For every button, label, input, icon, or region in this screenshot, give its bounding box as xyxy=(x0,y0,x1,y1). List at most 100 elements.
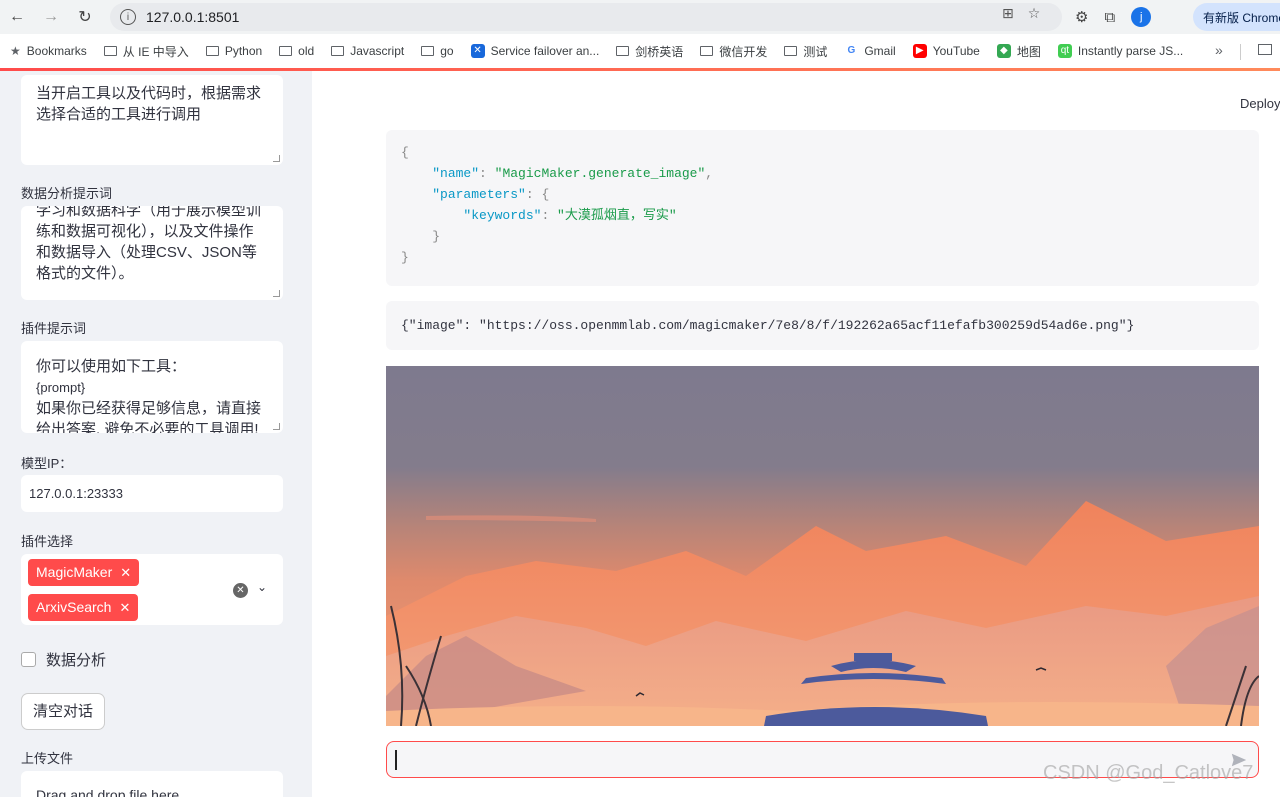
plugin-prompt-line: {prompt} xyxy=(36,380,86,395)
reload-icon[interactable]: ↻ xyxy=(68,0,102,34)
plugin-select-label: 插件选择 xyxy=(21,534,74,549)
plugin-prompt-line: 你可以使用如下工具： xyxy=(36,358,187,375)
chevron-down-icon[interactable]: ⌄ xyxy=(257,580,267,594)
folder-icon xyxy=(700,46,714,56)
folder-icon xyxy=(784,46,798,56)
puzzle-icon[interactable]: ⧉ xyxy=(1104,9,1115,26)
folder-icon[interactable] xyxy=(1258,44,1272,55)
bookmark-item[interactable]: 剑桥英语 xyxy=(616,43,683,60)
folder-icon xyxy=(279,46,293,56)
avatar[interactable]: j xyxy=(1131,7,1152,27)
data-prompt-textarea[interactable]: 学习和数据科学（用于展示模型训练和数据可视化），以及文件操作和数据导入（处理CS… xyxy=(21,206,283,300)
watermark: CSDN @God_Catlove7 xyxy=(1043,762,1254,784)
forward-icon[interactable]: → xyxy=(34,0,68,34)
plugin-tag-arxivsearch: ArxivSearch ✕ xyxy=(28,594,139,621)
bookmark-label: 微信开发 xyxy=(719,44,768,59)
update-chrome-button[interactable]: 有新版 Chrome xyxy=(1193,3,1280,31)
bookmark-label: 测试 xyxy=(803,44,828,59)
bookmark-label: Instantly parse JS... xyxy=(1077,44,1184,58)
folder-icon xyxy=(616,46,630,56)
youtube-icon: ▶ xyxy=(912,44,927,58)
code-line: } xyxy=(432,229,441,244)
bookmark-item[interactable]: 从 IE 中导入 xyxy=(103,43,189,60)
resize-handle-icon[interactable] xyxy=(273,155,280,162)
bookmark-label: Gmail xyxy=(864,44,896,58)
upload-label: 上传文件 xyxy=(21,751,74,766)
generated-image xyxy=(386,366,1259,726)
bookmark-item[interactable]: 微信开发 xyxy=(700,43,767,60)
bookmark-label: 剑桥英语 xyxy=(635,44,684,59)
tool-call-codeblock: { "name": "MagicMaker.generate_image", "… xyxy=(386,130,1259,286)
bookmark-label: Bookmarks xyxy=(26,44,87,58)
site-info-icon[interactable]: i xyxy=(120,9,136,25)
bookmark-item[interactable]: G Gmail xyxy=(844,44,895,58)
chevron-right-icon[interactable]: » xyxy=(1215,42,1223,58)
code-line: "parameters": { xyxy=(432,187,550,202)
plugin-prompt-textarea[interactable]: 你可以使用如下工具： {prompt} 如果你已经获得足够信息，请直接 给出答案… xyxy=(21,341,283,433)
tool-result-codeblock: {"image": "https://oss.openmmlab.com/mag… xyxy=(386,301,1259,350)
plugin-tag-label: ArxivSearch xyxy=(36,599,112,615)
bookmark-item[interactable]: ★ Bookmarks xyxy=(10,44,87,58)
folder-icon xyxy=(205,46,219,56)
qt-icon: qt xyxy=(1057,44,1072,58)
code-line: "keywords": "大漠孤烟直，写实" xyxy=(463,208,677,223)
bookmark-label: Javascript xyxy=(350,44,405,58)
plugin-multiselect[interactable]: MagicMaker ✕ ArxivSearch ✕ ✕ ⌄ xyxy=(21,554,283,625)
code-line: } xyxy=(401,250,409,265)
data-prompt-text: 学习和数据科学（用于展示模型训练和数据可视化），以及文件操作和数据导入（处理CS… xyxy=(36,206,262,282)
data-analysis-label: 数据分析 xyxy=(46,652,107,669)
bookmark-label: 从 IE 中导入 xyxy=(122,44,189,59)
data-analysis-checkbox[interactable] xyxy=(21,652,36,667)
divider xyxy=(1240,44,1241,60)
system-prompt-text: 当开启工具以及代码时，根据需求选择合适的工具进行调用 xyxy=(36,85,262,123)
bookmark-item[interactable]: go xyxy=(421,44,454,58)
resize-handle-icon[interactable] xyxy=(273,290,280,297)
plugin-prompt-line: 给出答案. 避免不必要的工具调用! xyxy=(36,421,259,433)
bookmark-item[interactable]: ✕ Service failover an... xyxy=(470,44,600,58)
folder-icon xyxy=(421,46,435,56)
file-dropzone[interactable]: Drag and drop file here xyxy=(21,771,283,797)
dropzone-text: Drag and drop file here xyxy=(36,787,180,797)
maps-icon: ◆ xyxy=(996,44,1011,58)
plugin-prompt-line: 如果你已经获得足够信息，请直接 xyxy=(36,400,262,417)
deploy-button[interactable]: Deploy xyxy=(1240,96,1280,111)
clear-chat-button[interactable]: 清空对话 xyxy=(21,693,106,730)
remove-tag-icon[interactable]: ✕ xyxy=(120,565,131,580)
code-line: "name": "MagicMaker.generate_image", xyxy=(432,166,714,181)
bookmark-item[interactable]: qt Instantly parse JS... xyxy=(1057,44,1184,58)
desert-pagoda-illustration xyxy=(386,366,1259,726)
bookmark-label: 地图 xyxy=(1016,44,1041,59)
bookmark-item[interactable]: Python xyxy=(205,44,263,58)
back-icon[interactable]: ← xyxy=(0,0,34,34)
confluence-icon: ✕ xyxy=(470,44,485,58)
extension-icon[interactable]: ⚙ xyxy=(1075,8,1088,26)
bookmark-label: go xyxy=(440,44,454,58)
bookmark-item[interactable]: 测试 xyxy=(784,43,827,60)
bookmark-item[interactable]: ◆ 地图 xyxy=(996,43,1041,60)
star-icon: ★ xyxy=(10,44,21,58)
bookmark-item[interactable]: Javascript xyxy=(331,44,404,58)
bookmark-star-icon[interactable]: ☆ xyxy=(1028,5,1041,22)
bookmark-item[interactable]: ▶ YouTube xyxy=(912,44,980,58)
plugin-tag-magicmaker: MagicMaker ✕ xyxy=(28,559,140,586)
translate-icon[interactable]: ⊞ xyxy=(1002,5,1014,22)
address-bar[interactable]: i 127.0.0.1:8501 xyxy=(110,3,1062,31)
resize-handle-icon[interactable] xyxy=(273,423,280,430)
bookmark-item[interactable]: old xyxy=(279,44,314,58)
bookmark-label: YouTube xyxy=(932,44,980,58)
bookmark-label: Service failover an... xyxy=(490,44,600,58)
model-ip-input[interactable]: 127.0.0.1:23333 xyxy=(21,475,283,512)
bookmark-label: Python xyxy=(224,44,263,58)
folder-icon xyxy=(331,46,345,56)
system-prompt-textarea[interactable]: 当开启工具以及代码时，根据需求选择合适的工具进行调用 xyxy=(21,75,283,165)
model-ip-label: 模型IP： xyxy=(21,456,73,471)
clear-all-icon[interactable]: ✕ xyxy=(233,583,248,598)
remove-tag-icon[interactable]: ✕ xyxy=(119,600,130,615)
plugin-tag-label: MagicMaker xyxy=(36,564,113,580)
text-cursor xyxy=(395,750,397,770)
url-text: 127.0.0.1:8501 xyxy=(146,9,240,25)
data-analysis-checkbox-row[interactable]: 数据分析 xyxy=(21,649,106,670)
data-prompt-label: 数据分析提示词 xyxy=(21,186,113,201)
bookmark-label: old xyxy=(298,44,315,58)
code-line: { xyxy=(401,145,409,160)
